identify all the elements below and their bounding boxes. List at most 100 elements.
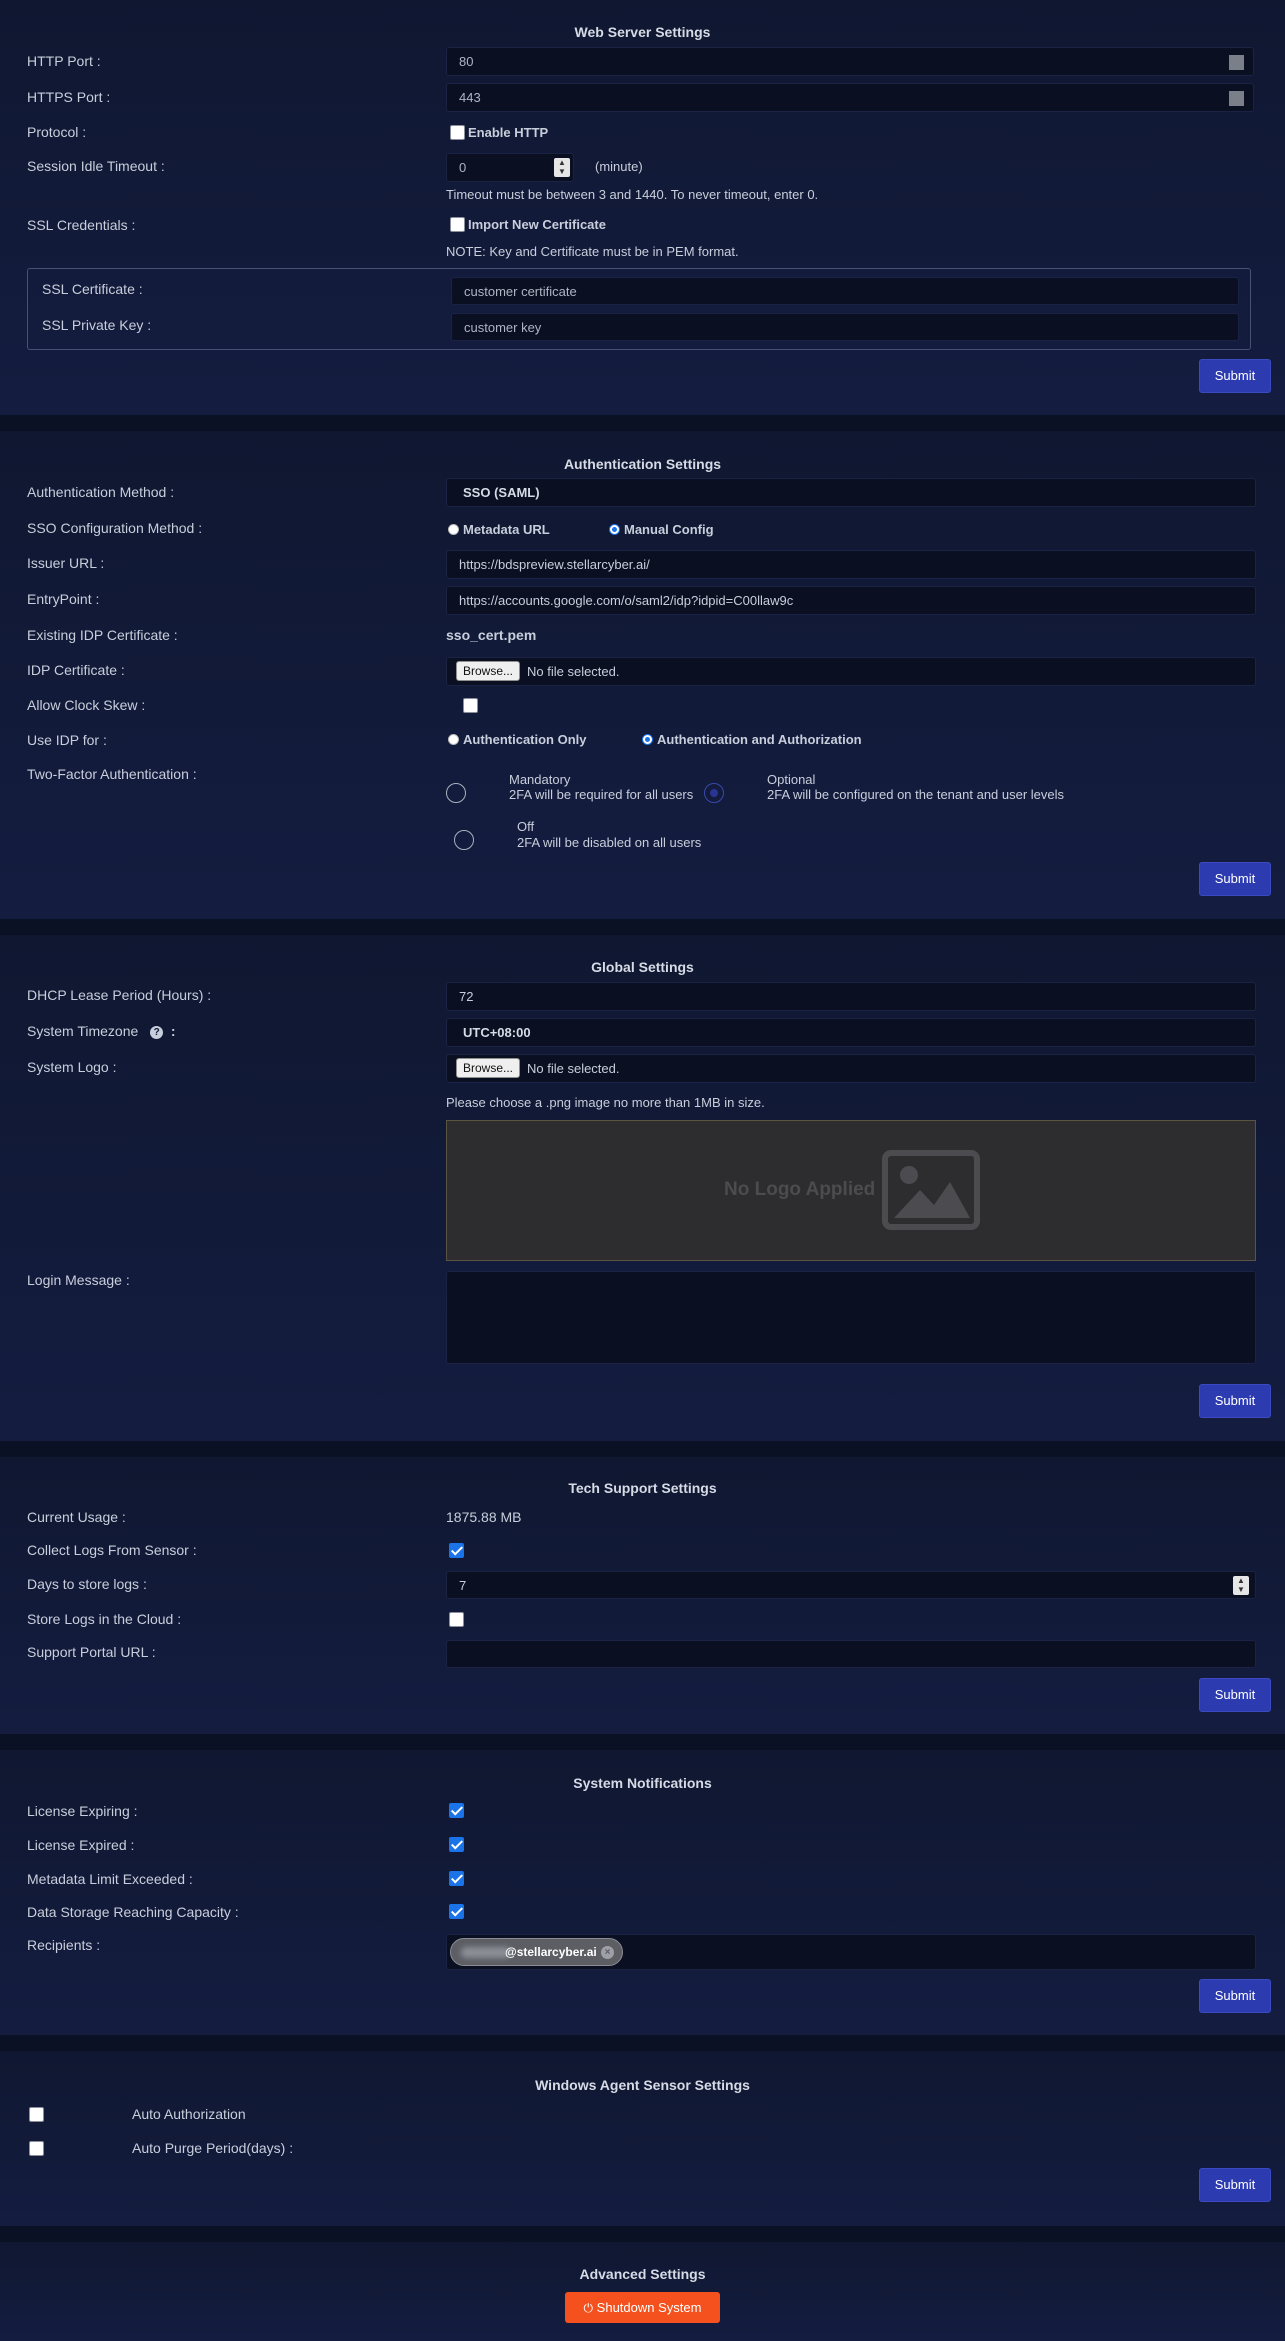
global-submit-button[interactable]: Submit xyxy=(1199,1384,1271,1418)
recipients-label: Recipients : xyxy=(27,1937,101,1953)
system-logo-file-input[interactable]: Browse... No file selected. xyxy=(446,1054,1256,1083)
browse-button[interactable]: Browse... xyxy=(456,661,520,681)
https-port-label: HTTPS Port : xyxy=(27,89,111,105)
clock-skew-checkbox[interactable] xyxy=(463,698,478,713)
protocol-label: Protocol : xyxy=(27,124,87,140)
entrypoint-value: https://accounts.google.com/o/saml2/idp?… xyxy=(459,593,794,608)
license-expired-label: License Expired : xyxy=(27,1837,135,1853)
spinner-icon[interactable] xyxy=(1229,91,1244,106)
twofa-optional-title: Optional xyxy=(767,772,816,787)
auth-method-select[interactable]: SSO (SAML) xyxy=(446,478,1256,507)
power-icon: ⏻ xyxy=(583,2301,594,2315)
ssl-private-key-label: SSL Private Key : xyxy=(42,317,152,333)
license-expired-checkbox[interactable] xyxy=(449,1837,464,1852)
collect-logs-label: Collect Logs From Sensor : xyxy=(27,1542,197,1558)
manual-config-label: Manual Config xyxy=(624,522,714,537)
auth-submit-button[interactable]: Submit xyxy=(1199,862,1271,896)
entrypoint-label: EntryPoint : xyxy=(27,591,100,607)
auth-only-radio[interactable] xyxy=(448,734,459,745)
tech-support-section: Tech Support Settings Current Usage : 18… xyxy=(0,1457,1285,1734)
auto-purge-checkbox[interactable] xyxy=(29,2141,44,2156)
notifications-submit-button[interactable]: Submit xyxy=(1199,1979,1271,2013)
enable-http-checkbox[interactable] xyxy=(450,125,465,140)
data-storage-checkbox[interactable] xyxy=(449,1904,464,1919)
twofa-mandatory-desc: 2FA will be required for all users xyxy=(509,787,694,802)
section-title: Tech Support Settings xyxy=(568,1480,717,1496)
existing-idp-cert-value: sso_cert.pem xyxy=(446,627,537,643)
metadata-url-label: Metadata URL xyxy=(463,522,550,537)
shutdown-system-label: Shutdown System xyxy=(596,2300,702,2315)
metadata-limit-checkbox[interactable] xyxy=(449,1871,464,1886)
metadata-url-radio[interactable] xyxy=(448,524,459,535)
tech-submit-button[interactable]: Submit xyxy=(1199,1678,1271,1712)
system-logo-label: System Logo : xyxy=(27,1059,117,1075)
session-timeout-input[interactable]: 0 ▲ ▼ xyxy=(446,153,574,182)
dhcp-lease-label: DHCP Lease Period (Hours) : xyxy=(27,987,212,1003)
idp-cert-label: IDP Certificate : xyxy=(27,662,125,678)
no-file-label: No file selected. xyxy=(527,664,620,679)
issuer-url-value: https://bdspreview.stellarcyber.ai/ xyxy=(459,557,650,572)
support-portal-input[interactable] xyxy=(446,1640,1256,1668)
twofa-mandatory-radio[interactable] xyxy=(446,783,466,803)
twofa-off-radio[interactable] xyxy=(454,830,474,850)
recipient-chip-text: @stellarcyber.ai xyxy=(505,1945,597,1959)
windows-agent-section: Windows Agent Sensor Settings Auto Autho… xyxy=(0,2051,1285,2226)
data-storage-label: Data Storage Reaching Capacity : xyxy=(27,1904,239,1920)
import-certificate-checkbox[interactable] xyxy=(450,217,465,232)
license-expiring-label: License Expiring : xyxy=(27,1803,138,1819)
web-server-submit-button[interactable]: Submit xyxy=(1199,359,1271,393)
collect-logs-checkbox[interactable] xyxy=(449,1543,464,1558)
advanced-settings-section: Advanced Settings ⏻ Shutdown System xyxy=(0,2242,1285,2341)
auto-authorization-checkbox[interactable] xyxy=(29,2107,44,2122)
section-title: Web Server Settings xyxy=(574,24,711,40)
license-expiring-checkbox[interactable] xyxy=(449,1803,464,1818)
http-port-value: 80 xyxy=(459,54,474,69)
recipients-input[interactable]: @stellarcyber.ai × xyxy=(446,1934,1256,1970)
recipient-chip[interactable]: @stellarcyber.ai × xyxy=(450,1938,623,1966)
twofa-off-title: Off xyxy=(517,819,535,834)
question-circle-icon[interactable]: ? xyxy=(150,1026,164,1039)
browse-button[interactable]: Browse... xyxy=(456,1058,520,1078)
pem-note: NOTE: Key and Certificate must be in PEM… xyxy=(446,244,739,259)
timezone-label: System Timezone ? : xyxy=(27,1023,176,1039)
shutdown-system-button[interactable]: ⏻ Shutdown System xyxy=(565,2292,720,2323)
issuer-url-input[interactable]: https://bdspreview.stellarcyber.ai/ xyxy=(446,550,1256,579)
authentication-settings-section: Authentication Settings Authentication M… xyxy=(0,431,1285,919)
no-file-label: No file selected. xyxy=(527,1061,620,1076)
stepper-icon[interactable]: ▲ ▼ xyxy=(1233,1576,1249,1595)
ssl-fieldset: SSL Certificate : customer certificate S… xyxy=(27,268,1251,350)
https-port-input[interactable]: 443 xyxy=(446,83,1254,112)
existing-idp-cert-label: Existing IDP Certificate : xyxy=(27,627,178,643)
spinner-icon[interactable] xyxy=(1229,55,1244,70)
current-usage-value: 1875.88 MB xyxy=(446,1509,522,1525)
manual-config-radio[interactable] xyxy=(609,524,620,535)
auth-and-authz-radio[interactable] xyxy=(642,734,653,745)
two-factor-label: Two-Factor Authentication : xyxy=(27,766,197,782)
store-cloud-checkbox[interactable] xyxy=(449,1612,464,1627)
days-store-logs-value: 7 xyxy=(459,1578,467,1593)
http-port-label: HTTP Port : xyxy=(27,53,101,69)
no-logo-text: No Logo Applied xyxy=(724,1179,876,1200)
windows-agent-submit-button[interactable]: Submit xyxy=(1199,2168,1271,2202)
stepper-icon[interactable]: ▲ ▼ xyxy=(554,158,570,177)
http-port-input[interactable]: 80 xyxy=(446,47,1254,76)
idp-cert-file-input[interactable]: Browse... No file selected. xyxy=(446,657,1256,686)
dhcp-lease-input[interactable]: 72 xyxy=(446,982,1256,1011)
days-store-logs-label: Days to store logs : xyxy=(27,1576,147,1592)
entrypoint-input[interactable]: https://accounts.google.com/o/saml2/idp?… xyxy=(446,586,1256,615)
support-portal-label: Support Portal URL : xyxy=(27,1644,156,1660)
section-title: Authentication Settings xyxy=(563,456,722,472)
twofa-optional-desc: 2FA will be configured on the tenant and… xyxy=(767,787,1065,802)
days-store-logs-input[interactable]: 7 ▲ ▼ xyxy=(446,1571,1256,1599)
logo-hint: Please choose a .png image no more than … xyxy=(446,1095,765,1110)
session-timeout-value: 0 xyxy=(459,160,467,175)
enable-http-label: Enable HTTP xyxy=(468,125,549,140)
timezone-value: UTC+08:00 xyxy=(463,1025,531,1040)
close-icon[interactable]: × xyxy=(601,1946,614,1959)
auth-method-label: Authentication Method : xyxy=(27,484,175,500)
ssl-private-key-input[interactable]: customer key xyxy=(451,313,1239,341)
ssl-certificate-input[interactable]: customer certificate xyxy=(451,277,1239,305)
twofa-optional-radio[interactable] xyxy=(704,783,724,803)
timezone-select[interactable]: UTC+08:00 xyxy=(446,1018,1256,1047)
login-message-textarea[interactable] xyxy=(446,1271,1256,1364)
